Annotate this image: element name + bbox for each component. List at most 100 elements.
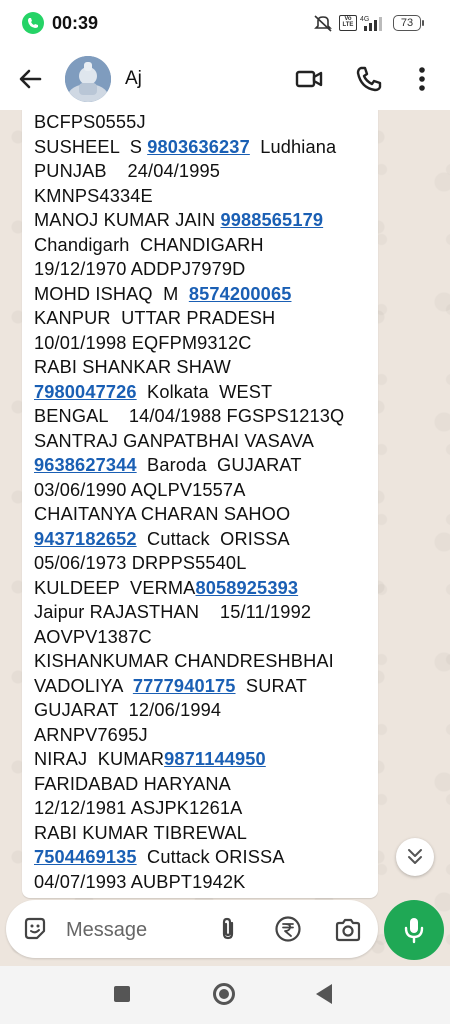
message-line: 04/07/1993 AUBPT1942K	[34, 870, 379, 895]
message-text-segment: KULDEEP VERMA	[34, 577, 196, 598]
home-icon[interactable]	[213, 983, 235, 1005]
chat-header: Aj	[0, 48, 450, 110]
message-line: 10/01/1998 EQFPM9312C	[34, 331, 379, 356]
message-text[interactable]: BCFPS0555J SUSHEEL S 9803636237 Ludhiana P…	[34, 110, 379, 894]
emoji-button[interactable]	[22, 916, 48, 942]
message-text-segment: SURAT	[235, 675, 307, 696]
camera-button[interactable]	[334, 917, 362, 943]
more-options-button[interactable]	[410, 62, 434, 96]
avatar[interactable]	[65, 56, 111, 102]
recents-icon[interactable]	[114, 986, 130, 1002]
message-text-segment: MANOJ KUMAR JAIN	[34, 210, 221, 230]
back-button[interactable]	[14, 62, 48, 96]
message-line: CHAITANYA CHARAN SAHOO	[34, 502, 379, 527]
system-nav-bar	[0, 966, 450, 1024]
contact-name[interactable]: Aj	[125, 68, 142, 90]
message-line: SUSHEEL S 9803636237 Ludhiana	[34, 135, 379, 160]
mute-icon	[314, 15, 332, 32]
message-text-segment: VADOLIYA	[34, 675, 133, 696]
message-line: SANTRAJ GANPATBHAI VASAVA	[34, 429, 379, 454]
message-text-segment: 05/06/1973 DRPPS5540L	[34, 553, 247, 573]
message-text-segment: AOVPV1387C	[34, 626, 152, 647]
video-call-button[interactable]	[292, 62, 326, 96]
voice-call-button[interactable]	[352, 62, 386, 96]
message-line: AOVPV1387C	[34, 625, 379, 650]
message-text-segment: Chandigarh CHANDIGARH	[34, 234, 264, 255]
message-text-segment: 04/07/1993 AUBPT1942K	[34, 871, 246, 892]
phone-icon	[356, 66, 382, 92]
message-text-segment: FARIDABAD HARYANA	[34, 773, 231, 794]
message-line: KMNPS4334E	[34, 184, 379, 209]
message-composer	[6, 900, 378, 960]
phone-number-link[interactable]: 9638627344	[34, 455, 137, 475]
emoji-icon	[24, 917, 46, 940]
message-text-segment: Kolkata WEST	[136, 381, 273, 402]
message-line: 05/06/1973 DRPPS5540L	[34, 551, 379, 576]
message-line: 7980047726 Kolkata WEST	[34, 380, 379, 405]
message-line: 7504469135 Cuttack ORISSA	[34, 845, 379, 870]
mic-button[interactable]	[384, 900, 444, 960]
message-line: GUJARAT 12/06/1994	[34, 698, 379, 723]
message-text-segment: SUSHEEL S	[34, 136, 148, 157]
message-text-segment: 12/12/1981 ASJPK1261A	[34, 798, 243, 818]
message-line: NIRAJ KUMAR9871144950	[34, 747, 379, 772]
message-text-segment: Cuttack ORISSA	[136, 847, 285, 867]
volte-icon: Vo LTE	[339, 15, 357, 31]
message-text-segment: PUNJAB 24/04/1995	[34, 161, 220, 181]
whatsapp-icon	[22, 12, 44, 34]
message-text-segment: 19/12/1970 ADDPJ7979D	[34, 259, 246, 279]
phone-number-link[interactable]: 9871144950	[164, 749, 266, 769]
message-line: 9437182652 Cuttack ORISSA	[34, 527, 379, 552]
phone-number-link[interactable]: 7980047726	[34, 382, 137, 402]
phone-number-link[interactable]: 9437182652	[34, 529, 137, 549]
message-line: Chandigarh CHANDIGARH	[34, 233, 379, 258]
phone-number-link[interactable]: 9803636237	[147, 137, 250, 157]
message-text-segment: SANTRAJ GANPATBHAI VASAVA	[34, 430, 314, 451]
message-line: 19/12/1970 ADDPJ7979D	[34, 257, 379, 282]
message-line: BCFPS0555J	[34, 110, 379, 135]
message-line: KULDEEP VERMA8058925393	[34, 576, 379, 601]
message-text-segment: CHAITANYA CHARAN SAHOO	[34, 504, 291, 524]
message-text-segment: Ludhiana	[249, 136, 337, 157]
payment-button[interactable]	[274, 915, 302, 943]
message-input[interactable]	[64, 900, 208, 960]
phone-number-link[interactable]: 7777940175	[133, 676, 236, 696]
scroll-down-button[interactable]	[396, 838, 434, 876]
phone-number-link[interactable]: 8058925393	[195, 578, 298, 598]
message-text-segment: GUJARAT 12/06/1994	[34, 700, 222, 720]
message-line: MOHD ISHAQ M 8574200065	[34, 282, 379, 307]
video-call-icon	[295, 70, 323, 88]
message-text-segment: BENGAL 14/04/1988 FGSPS1213Q	[34, 406, 345, 426]
camera-icon	[335, 918, 361, 942]
phone-number-link[interactable]: 8574200065	[189, 284, 292, 304]
rupee-icon	[275, 916, 301, 942]
message-text-segment: BCFPS0555J	[34, 112, 146, 132]
phone-number-link[interactable]: 7504469135	[34, 847, 137, 867]
message-text-segment: RABI SHANKAR SHAW	[34, 357, 231, 377]
message-line: RABI KUMAR TIBREWAL	[34, 821, 379, 846]
mic-icon	[404, 918, 424, 944]
message-text-segment: RABI KUMAR TIBREWAL	[34, 822, 248, 843]
more-vert-icon	[419, 67, 425, 91]
message-line: FARIDABAD HARYANA	[34, 772, 379, 797]
message-text-segment: Cuttack ORISSA	[136, 528, 290, 549]
back-arrow-icon	[19, 69, 42, 89]
signal-icon: 4G	[360, 16, 382, 31]
chat-area[interactable]: BCFPS0555J SUSHEEL S 9803636237 Ludhiana P…	[0, 110, 450, 966]
message-text-segment: ARNPV7695J	[34, 724, 148, 745]
message-text-segment: KMNPS4334E	[34, 185, 153, 206]
message-line: 9638627344 Baroda GUJARAT	[34, 453, 379, 478]
paperclip-icon	[222, 917, 234, 940]
message-line: KANPUR UTTAR PRADESH	[34, 306, 379, 331]
back-icon[interactable]	[316, 984, 332, 1004]
message-text-segment: 10/01/1998 EQFPM9312C	[34, 332, 252, 353]
message-line: 03/06/1990 AQLPV1557A	[34, 478, 379, 503]
network-type-label: 4G	[360, 16, 369, 23]
status-bar: 00:39 Vo LTE 4G 73	[0, 0, 450, 48]
message-line: BENGAL 14/04/1988 FGSPS1213Q	[34, 404, 379, 429]
phone-number-link[interactable]: 9988565179	[220, 210, 323, 230]
message-text-segment: NIRAJ KUMAR	[34, 749, 165, 769]
attach-button[interactable]	[216, 916, 242, 942]
message-line: Jaipur RAJASTHAN 15/11/1992	[34, 600, 379, 625]
message-line: PUNJAB 24/04/1995	[34, 159, 379, 184]
